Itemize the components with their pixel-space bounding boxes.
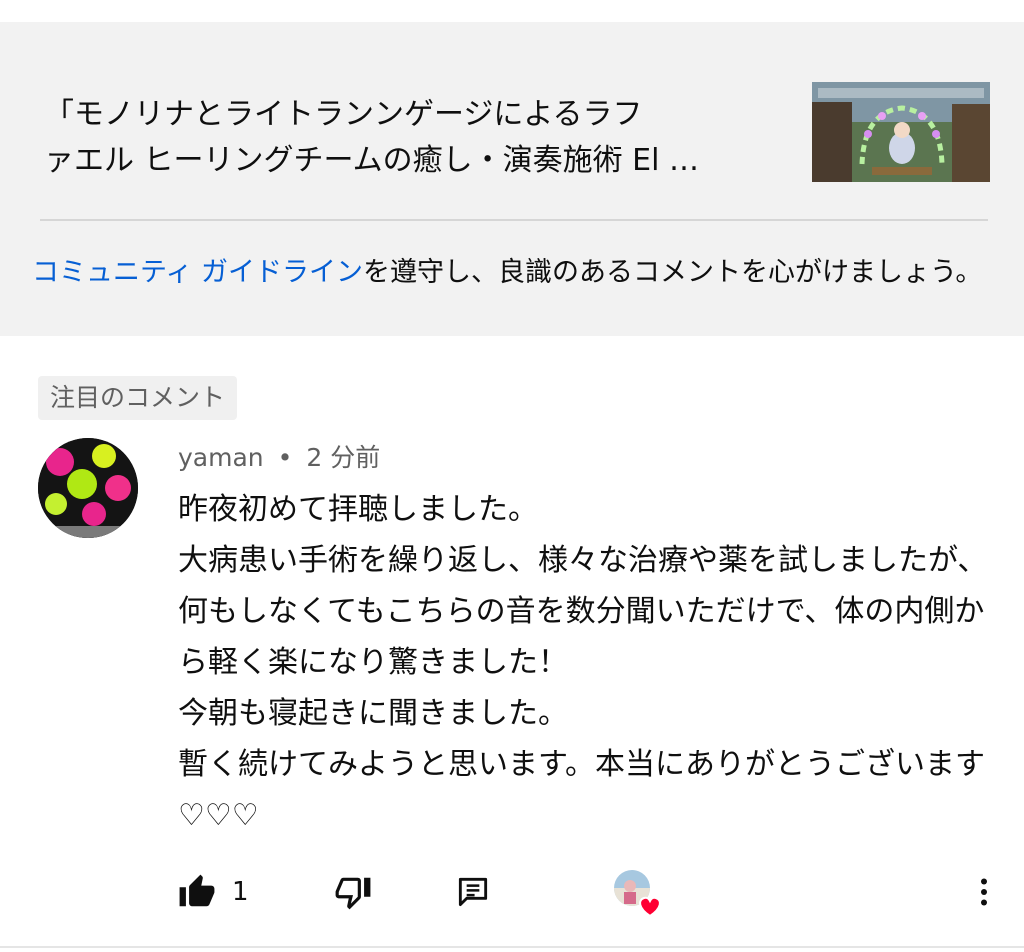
like-button[interactable]: 1 (178, 864, 249, 920)
meta-separator: • (277, 443, 293, 472)
comment-line: 昨夜初めて拝聴しました。 (178, 492, 538, 527)
divider (40, 219, 988, 221)
like-count: 1 (232, 877, 249, 907)
video-title[interactable]: 「モノリナとライトランンゲージによるラフ ァエル ヒーリングチームの癒し・演奏施… (44, 92, 784, 184)
guideline-text: を遵守し、良識のあるコメントを心がけましょう。 (362, 257, 983, 288)
comment-line: 今朝も寝起きに聞きました。 (178, 696, 568, 731)
comment-line: 暫く続けてみようと思います。本当にありがとうございます♡♡♡ (178, 747, 985, 833)
video-thumbnail[interactable] (812, 82, 990, 182)
comment-actions: 1 (0, 864, 1024, 920)
thumb-down-icon (335, 877, 371, 910)
reply-icon (458, 877, 488, 907)
avatar[interactable] (38, 438, 138, 538)
comment-time[interactable]: 2 分前 (306, 443, 380, 472)
thumbnail-image (812, 82, 990, 182)
heart-icon (614, 870, 661, 918)
comment-body: 昨夜初めて拝聴しました。 大病患い手術を繰り返し、様々な治療や薬を試しましたが、… (178, 484, 988, 841)
comment-line: 大病患い手術を繰り返し、様々な治療や薬を試しましたが、何もしなくてもこちらの音を… (178, 543, 988, 680)
comment-author[interactable]: yaman (178, 443, 264, 472)
video-header-panel: 「モノリナとライトランンゲージによるラフ ァエル ヒーリングチームの癒し・演奏施… (0, 22, 1024, 336)
pinned-comment-label: 注目のコメント (38, 376, 238, 420)
reply-button[interactable] (454, 864, 492, 920)
community-guideline-link[interactable]: コミュニティ ガイドライン (32, 257, 363, 288)
thumb-up-icon (179, 874, 215, 907)
more-options-button[interactable] (966, 864, 1002, 920)
creator-heart[interactable] (610, 864, 666, 920)
bottom-divider (0, 946, 1024, 948)
comment-meta: yaman • 2 分前 (178, 440, 380, 476)
more-vert-icon (981, 878, 987, 906)
dislike-button[interactable] (334, 864, 372, 920)
community-guideline-notice: コミュニティ ガイドラインを遵守し、良識のあるコメントを心がけましょう。 (32, 252, 1002, 294)
avatar-image (38, 438, 138, 538)
